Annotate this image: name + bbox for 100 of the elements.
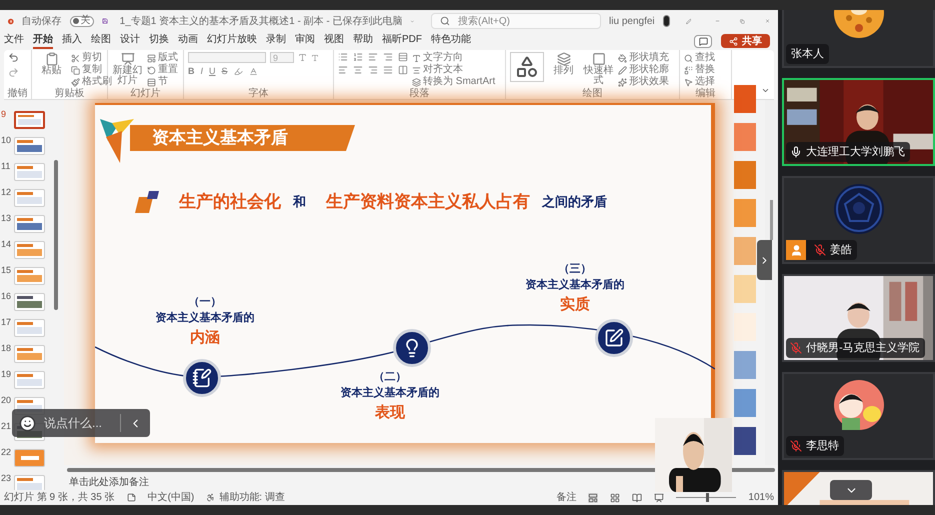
participant-name: 李思特	[806, 438, 839, 454]
menu-tab[interactable]: 文件	[4, 33, 24, 49]
ribbon-button[interactable]: 节	[147, 76, 178, 88]
menu-tab[interactable]: 特色功能	[431, 33, 471, 49]
undo-icon[interactable]	[8, 52, 19, 63]
participant-tile[interactable]: 付晓男-马克思主义学院	[782, 274, 935, 362]
chat-input-toast[interactable]: 说点什么...	[12, 409, 150, 437]
ribbon-button[interactable]: 替换	[684, 64, 715, 76]
shrink-font-icon[interactable]	[311, 54, 319, 62]
ribbon-button[interactable]: 重置	[147, 64, 178, 76]
menu-tab[interactable]: 帮助	[353, 33, 373, 49]
collapse-ribbon-icon[interactable]	[761, 86, 770, 95]
color-swatch[interactable]	[734, 389, 756, 417]
search-input[interactable]: 搜索(Alt+Q)	[458, 14, 588, 28]
ribbon-large-button[interactable]: 排列	[548, 52, 579, 88]
autosave-toggle[interactable]: 关	[70, 16, 94, 26]
user-avatar[interactable]	[662, 15, 670, 27]
menu-tab[interactable]: 绘图	[91, 33, 111, 49]
menu-tab[interactable]: 录制	[266, 33, 286, 49]
highlight-icon[interactable]	[234, 67, 243, 76]
ribbon-button[interactable]: 形状填充	[618, 52, 669, 64]
ribbon-large-button[interactable]: 新建幻灯片	[112, 52, 143, 88]
ribbon-button[interactable]: 转换为 SmartArt	[412, 76, 496, 88]
menu-tab[interactable]: 设计	[120, 33, 140, 49]
ribbon-button[interactable]: 文字方向	[412, 52, 496, 64]
share-button[interactable]: 共享	[721, 34, 770, 48]
zoom-slider[interactable]	[676, 493, 736, 502]
point-label: 资本主义基本矛盾的	[156, 310, 254, 326]
menu-tab[interactable]: 福昕PDF	[382, 33, 422, 49]
side-panel-toggle[interactable]	[757, 240, 772, 280]
paragraph-icon[interactable]	[383, 52, 393, 62]
grow-font-icon[interactable]	[298, 53, 307, 62]
search-field[interactable]: 搜索(Alt+Q)	[431, 13, 602, 29]
headline-text: 之间的矛盾	[542, 193, 607, 211]
paragraph-icon[interactable]	[368, 52, 378, 62]
format-button[interactable]: B	[188, 67, 194, 76]
align-icon[interactable]	[383, 65, 393, 75]
font-name-field[interactable]	[188, 52, 266, 63]
restore-icon[interactable]	[740, 16, 745, 26]
ribbon-button[interactable]: 形状轮廓	[618, 64, 669, 76]
ribbon-button[interactable]: 选择	[684, 76, 715, 88]
ribbon-button[interactable]: 版式	[147, 52, 178, 64]
pen-square-icon	[595, 319, 633, 357]
participant-tile[interactable]: 大连理工大学刘鹏飞	[782, 78, 935, 166]
menu-tab[interactable]: 幻灯片放映	[207, 33, 257, 49]
color-swatch[interactable]	[734, 275, 756, 303]
participant-tile[interactable]: 李思特	[782, 372, 935, 460]
align-icon[interactable]	[353, 65, 363, 75]
format-button[interactable]: S	[222, 67, 228, 76]
ribbon-large-button[interactable]: 粘贴	[36, 52, 67, 88]
accessibility-button[interactable]: 辅助功能: 调查	[206, 490, 285, 505]
chat-field[interactable]: 说点什么...	[44, 414, 112, 432]
slide-sorter-icon[interactable]	[610, 492, 620, 502]
slideshow-icon[interactable]	[654, 492, 664, 502]
color-swatch[interactable]	[734, 199, 756, 227]
ribbon-button[interactable]: 格式刷	[71, 76, 112, 88]
menu-tab[interactable]: 视图	[324, 33, 344, 49]
ribbon-large-button[interactable]: 快速样式	[583, 52, 614, 88]
menu-tab[interactable]: 审阅	[295, 33, 315, 49]
ribbon-button[interactable]: 形状效果	[618, 76, 669, 88]
menu-tab[interactable]: 动画	[178, 33, 198, 49]
ribbon-button[interactable]: 对齐文本	[412, 64, 496, 76]
shapes-gallery-icon[interactable]	[510, 52, 544, 82]
notes-field[interactable]: 单击此处添加备注	[69, 475, 269, 490]
color-swatch[interactable]	[734, 161, 756, 189]
paragraph-icon[interactable]	[353, 52, 363, 62]
lightbulb-icon	[393, 329, 431, 367]
color-swatch[interactable]	[734, 123, 756, 151]
menu-tab[interactable]: 切换	[149, 33, 169, 49]
ribbon-button[interactable]: 复制	[71, 64, 112, 76]
normal-view-icon[interactable]	[588, 492, 598, 502]
notes-button[interactable]: 备注	[556, 490, 576, 505]
format-button[interactable]: U	[209, 67, 216, 76]
slide-thumbnail[interactable]	[14, 111, 45, 129]
slide-number: 21	[1, 421, 11, 431]
color-swatch[interactable]	[734, 237, 756, 265]
ribbon-button[interactable]: 查找	[684, 52, 715, 64]
format-button[interactable]: I	[200, 67, 204, 76]
language-button[interactable]: 中文(中国)	[148, 490, 194, 505]
share-icon	[729, 36, 738, 46]
participant-tile[interactable]: 姜皓	[782, 176, 935, 264]
collapse-button[interactable]	[830, 480, 872, 500]
color-swatch[interactable]	[734, 85, 756, 113]
redo-icon[interactable]	[8, 67, 19, 78]
paragraph-icon[interactable]	[398, 52, 408, 62]
align-icon[interactable]	[398, 65, 408, 75]
ribbon-button[interactable]: 剪切	[71, 52, 112, 64]
font-color-icon[interactable]	[248, 67, 258, 76]
slide-number: 12	[1, 187, 11, 197]
participant-tile[interactable]: 张本人	[782, 10, 935, 68]
color-swatch[interactable]	[734, 351, 756, 379]
reading-view-icon[interactable]	[632, 492, 642, 502]
menu-tab[interactable]: 插入	[62, 33, 82, 49]
align-icon[interactable]	[368, 65, 378, 75]
spellcheck-icon[interactable]	[126, 493, 136, 502]
paragraph-icon[interactable]	[338, 52, 348, 62]
comment-button[interactable]	[694, 34, 712, 48]
color-swatch[interactable]	[734, 427, 756, 455]
align-icon[interactable]	[338, 65, 348, 75]
emoji-icon[interactable]	[19, 414, 36, 432]
